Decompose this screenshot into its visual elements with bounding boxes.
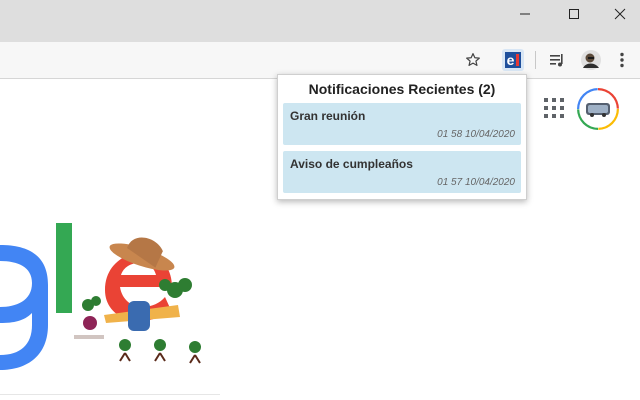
browser-menu-button[interactable] [610, 48, 634, 72]
menu-dots-icon [620, 52, 624, 68]
minimize-button[interactable] [502, 0, 548, 28]
svg-text:e: e [507, 52, 515, 68]
notifications-popup: Notificaciones Recientes (2) Gran reunió… [277, 74, 527, 200]
extension-e-icon: e [502, 49, 524, 71]
notification-item[interactable]: Gran reunión 01 58 10/04/2020 [283, 103, 521, 145]
bookmark-star-button[interactable] [461, 48, 485, 72]
media-control-icon [550, 54, 563, 67]
apps-grid-icon [544, 98, 548, 102]
extension-button[interactable]: e [501, 48, 525, 72]
notification-timestamp: 01 57 10/04/2020 [437, 177, 515, 188]
address-bar[interactable] [0, 42, 495, 78]
close-icon [614, 8, 626, 20]
popup-title: Notificaciones Recientes (2) [308, 81, 496, 97]
maximize-icon [569, 9, 579, 19]
google-doodle[interactable] [0, 205, 240, 395]
toolbar-separator [535, 51, 536, 69]
close-button[interactable] [597, 0, 640, 28]
search-box-edge [0, 394, 220, 395]
minimize-icon [520, 13, 530, 15]
notification-title: Gran reunión [290, 109, 366, 123]
google-apps-button[interactable] [544, 98, 564, 118]
star-icon [466, 53, 480, 66]
profile-avatar-icon [581, 50, 601, 70]
profile-button[interactable] [579, 48, 603, 72]
window-title-bar [0, 0, 640, 42]
doodle-letter-g [0, 245, 48, 370]
notification-timestamp: 01 58 10/04/2020 [437, 129, 515, 140]
notification-title: Aviso de cumpleaños [290, 157, 413, 171]
doodle-letter-l [56, 223, 72, 313]
media-control-button[interactable] [545, 48, 569, 72]
google-account-avatar[interactable] [577, 88, 619, 130]
notification-item[interactable]: Aviso de cumpleaños 01 57 10/04/2020 [283, 151, 521, 193]
maximize-button[interactable] [551, 0, 597, 28]
